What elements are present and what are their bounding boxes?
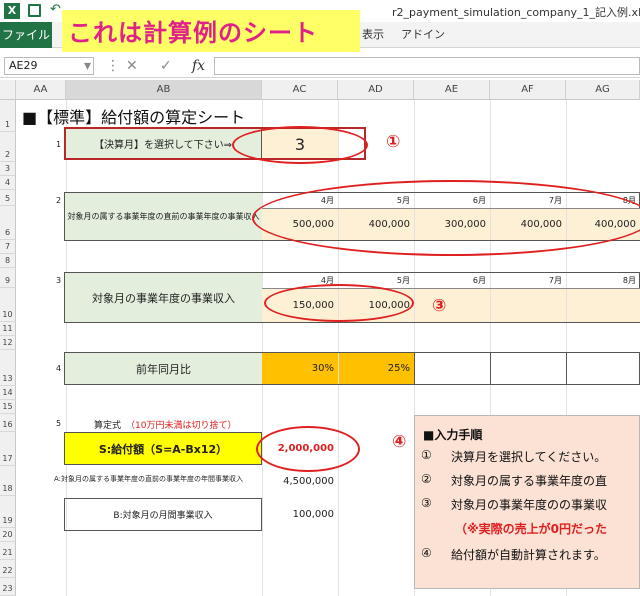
col-header-ag[interactable]: AG [566, 80, 640, 100]
formula-label: 算定式 [94, 421, 122, 431]
row-header-8[interactable]: 8 [0, 254, 16, 268]
more-icon: ⋮ [106, 58, 120, 74]
select-all-corner[interactable] [0, 80, 16, 100]
ribbon-tab-view[interactable]: 表示 [362, 22, 384, 48]
file-tab[interactable]: ファイル [0, 22, 52, 48]
monthly-income-label: B:対象月の月間事業収入 [64, 498, 262, 531]
formula-note: （10万円未満は切り捨て） [126, 421, 237, 431]
row-header-7[interactable]: 7 [0, 240, 16, 254]
row-header-6[interactable]: 6 [0, 206, 16, 240]
col-header-ad[interactable]: AD [338, 80, 414, 100]
step-note: （※実際の売上が0円だった [455, 522, 608, 536]
row-header-13[interactable]: 13 [0, 350, 16, 386]
yoy-ratio-cell: 30% [262, 353, 338, 384]
annotation-ring [264, 284, 414, 322]
window-title: r2_payment_simulation_company_1_記入例.xlsx [392, 6, 640, 19]
row-header-12[interactable]: 12 [0, 336, 16, 350]
undo-icon[interactable]: ↶ [50, 2, 61, 17]
row-header-16[interactable]: 16 [0, 414, 16, 432]
instructions-box: ■入力手順 ① 決算月を選択してください。 ② 対象月の属する事業年度の直 ③ … [414, 415, 640, 589]
banner-text: これは計算例のシート [68, 19, 318, 47]
name-box[interactable]: AE29 [4, 57, 94, 75]
current-income-cell-empty[interactable] [415, 289, 490, 322]
step-text: 対象月の事業年度のの事業収 [451, 498, 608, 512]
sheet-title: ■【標準】給付額の算定シート [22, 108, 246, 127]
section-number: 5 [56, 419, 62, 428]
col-header-af[interactable]: AF [490, 80, 566, 100]
col-header-aa[interactable]: AA [16, 80, 66, 100]
row-header-4[interactable]: 4 [0, 176, 16, 190]
month-header: 8月 [622, 276, 636, 285]
yoy-ratio-label: 前年同月比 [65, 353, 262, 384]
current-income-cell-empty[interactable] [491, 289, 566, 322]
annual-income-label: A:対象月の属する事業年度の直前の事業年度の年間事業収入 [54, 475, 244, 483]
section-number: 2 [56, 196, 62, 205]
row-header-9[interactable]: 9 [0, 268, 16, 288]
col-header-ae[interactable]: AE [414, 80, 490, 100]
section-number: 3 [56, 276, 62, 285]
month-header: 7月 [548, 276, 562, 285]
insert-function-icon[interactable]: fx [192, 57, 205, 75]
step-text: 給付額が自動計算されます。 [451, 548, 606, 562]
step-number: ① [421, 448, 432, 462]
enter-icon[interactable]: ✓ [160, 57, 172, 75]
callout-number: ③ [432, 296, 447, 316]
name-box-dropdown-icon[interactable]: ▾ [84, 57, 91, 75]
row-header-2[interactable]: 2 [0, 132, 16, 162]
annual-income-value: 4,500,000 [283, 475, 334, 487]
formula-input[interactable] [214, 57, 640, 75]
section-number: 4 [56, 364, 62, 373]
annotation-ring [256, 426, 360, 472]
row-header-21[interactable]: 21 [0, 542, 16, 560]
col-header-ac[interactable]: AC [262, 80, 338, 100]
callout-number: ① [386, 132, 401, 152]
step-text: 対象月の属する事業年度の直 [451, 474, 608, 488]
step-number: ③ [421, 496, 432, 510]
row-header-11[interactable]: 11 [0, 322, 16, 336]
row-header-23[interactable]: 23 [0, 578, 16, 596]
excel-logo-icon: X [4, 3, 20, 19]
prev-year-income-label: 対象月の属する事業年度の直前の事業年度の事業収入 [65, 193, 262, 240]
row-header-20[interactable]: 20 [0, 528, 16, 542]
step-text: 決算月を選択してください。 [451, 450, 607, 464]
callout-number: ④ [392, 432, 407, 452]
step-number: ④ [421, 546, 432, 560]
row-header-1[interactable]: 1 [0, 100, 16, 132]
annotation-ring [252, 180, 640, 256]
col-header-ab[interactable]: AB [66, 80, 262, 100]
row-header-3[interactable]: 3 [0, 162, 16, 176]
row-header-5[interactable]: 5 [0, 190, 16, 206]
row-header-18[interactable]: 18 [0, 466, 16, 496]
ribbon-tab-addin[interactable]: アドイン [401, 22, 445, 48]
payment-amount-label: S:給付額（S=A-Bx12） [64, 432, 262, 465]
step-number: ② [421, 472, 432, 486]
section-number: 1 [56, 140, 62, 149]
current-income-cell-empty[interactable] [567, 289, 640, 322]
save-icon[interactable] [28, 4, 41, 17]
row-header-10[interactable]: 10 [0, 288, 16, 322]
row-header-14[interactable]: 14 [0, 386, 16, 400]
annotation-ring [232, 126, 368, 164]
instructions-title: ■入力手順 [423, 428, 483, 442]
current-year-income-label: 対象月の事業年度の事業収入 [65, 273, 262, 322]
row-header-22[interactable]: 22 [0, 560, 16, 578]
row-header-19[interactable]: 19 [0, 496, 16, 528]
row-header-17[interactable]: 17 [0, 432, 16, 466]
cancel-icon[interactable]: ✕ [126, 57, 138, 75]
monthly-income-value: 100,000 [292, 509, 334, 520]
yoy-ratio-cell: 25% [339, 353, 414, 384]
month-header: 6月 [472, 276, 486, 285]
row-header-15[interactable]: 15 [0, 400, 16, 414]
